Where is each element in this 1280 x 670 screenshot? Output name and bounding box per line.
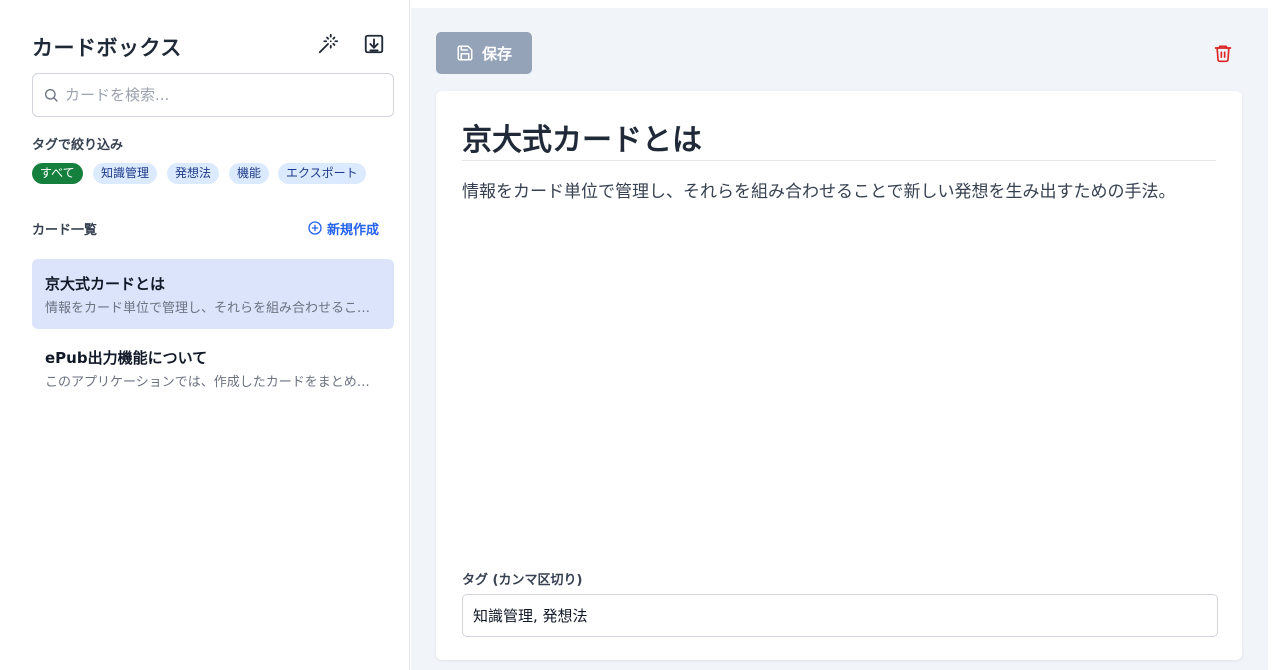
tag-filter-export[interactable]: エクスポート bbox=[278, 163, 366, 184]
tag-filter-feature[interactable]: 機能 bbox=[229, 163, 270, 184]
main-panel: 保存 情報をカード単位で管理し、それらを組み合わせることで新しい発想を生み出すた… bbox=[411, 8, 1268, 670]
card-item-title: ePub出力機能について bbox=[45, 349, 208, 367]
delete-button[interactable] bbox=[1211, 41, 1235, 65]
sidebar: カードボックス タグで絞り込み すべて bbox=[0, 0, 410, 670]
tag-filter-knowledge[interactable]: 知識管理 bbox=[93, 163, 158, 184]
card-item-title: 京大式カードとは bbox=[45, 275, 166, 293]
tag-filter-list: すべて 知識管理 発想法 機能 エクスポート bbox=[32, 163, 402, 185]
card-body-editor[interactable]: 情報をカード単位で管理し、それらを組み合わせることで新しい発想を生み出すための手… bbox=[462, 177, 1216, 557]
tag-filter-all[interactable]: すべて bbox=[32, 163, 83, 184]
sidebar-header: カードボックス bbox=[32, 30, 390, 60]
card-item-preview: このアプリケーションでは、作成したカードをまとめてePub形式で出力できます。 bbox=[45, 375, 381, 390]
trash-icon bbox=[1214, 45, 1232, 63]
search-input[interactable] bbox=[65, 74, 385, 116]
card-list-item[interactable]: ePub出力機能について このアプリケーションでは、作成したカードをまとめてeP… bbox=[32, 333, 394, 403]
tag-input-label: タグ (カンマ区切り) bbox=[462, 573, 583, 588]
magic-wand-button[interactable] bbox=[314, 30, 342, 58]
card-list-item[interactable]: 京大式カードとは 情報をカード単位で管理し、それらを組み合わせることで新しい発想… bbox=[32, 259, 394, 329]
app-window: カードボックス タグで絞り込み すべて bbox=[0, 0, 1280, 670]
search-icon bbox=[45, 89, 58, 102]
app-title: カードボックス bbox=[32, 36, 182, 60]
plus-circle-icon bbox=[308, 221, 322, 235]
card-list-label: カード一覧 bbox=[32, 223, 98, 238]
tag-input[interactable] bbox=[462, 594, 1218, 637]
download-button[interactable] bbox=[360, 30, 388, 58]
card-editor: 情報をカード単位で管理し、それらを組み合わせることで新しい発想を生み出すための手… bbox=[436, 91, 1242, 660]
download-icon bbox=[364, 34, 384, 54]
tag-filter-ideation[interactable]: 発想法 bbox=[167, 163, 220, 184]
card-title-input[interactable] bbox=[462, 113, 1216, 161]
card-item-preview: 情報をカード単位で管理し、それらを組み合わせることで新しい発想を生み出すための手… bbox=[45, 301, 381, 316]
new-card-button[interactable]: 新規作成 bbox=[307, 218, 379, 238]
new-card-label: 新規作成 bbox=[327, 222, 380, 238]
save-icon bbox=[457, 45, 473, 61]
magic-wand-icon bbox=[318, 33, 339, 54]
save-label: 保存 bbox=[481, 44, 512, 63]
tag-filter-label: タグで絞り込み bbox=[32, 138, 124, 153]
save-button[interactable]: 保存 bbox=[436, 32, 532, 74]
search-box bbox=[32, 73, 394, 117]
